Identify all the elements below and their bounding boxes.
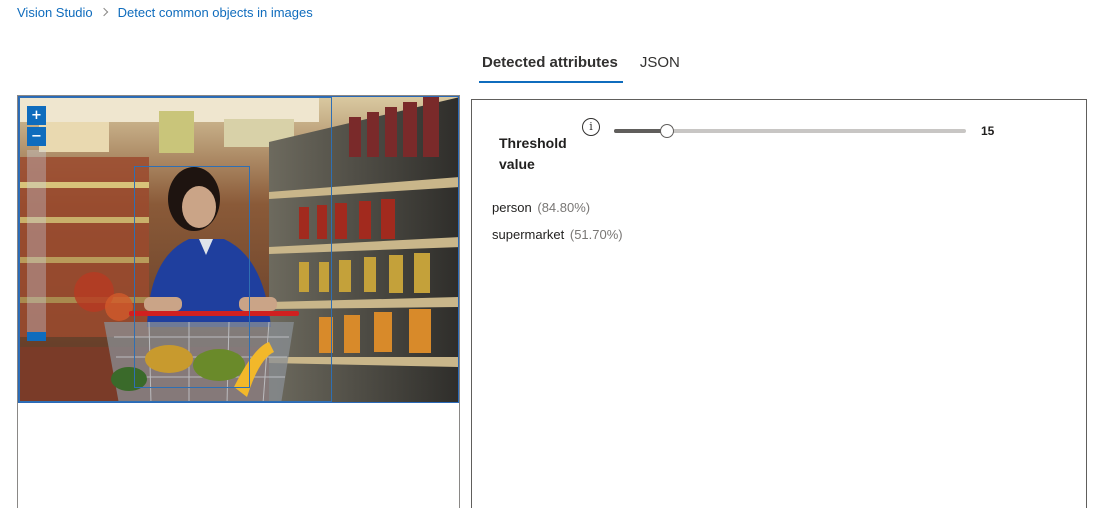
chevron-right-icon	[99, 7, 108, 17]
breadcrumb-detect-objects[interactable]: Detect common objects in images	[118, 5, 313, 20]
list-item: person (84.80%)	[492, 199, 623, 226]
zoom-out-button[interactable]: −	[27, 127, 46, 146]
threshold-value: 15	[981, 124, 995, 138]
list-item: supermarket (51.70%)	[492, 226, 623, 253]
zoom-in-button[interactable]: +	[27, 106, 46, 125]
tab-detected-attributes[interactable]: Detected attributes	[477, 50, 623, 84]
threshold-label: Threshold value	[499, 135, 567, 172]
result-tabs: Detected attributes JSON	[477, 50, 685, 84]
threshold-slider[interactable]	[614, 122, 966, 138]
analyzed-image: + −	[18, 96, 459, 403]
object-name: person	[492, 200, 532, 215]
supermarket-photo	[19, 97, 458, 402]
object-confidence: (84.80%)	[537, 200, 591, 215]
zoom-slider-track[interactable]	[27, 150, 46, 340]
info-icon[interactable]: i	[582, 118, 600, 136]
slider-thumb[interactable]	[659, 124, 674, 138]
object-confidence: (51.70%)	[569, 227, 623, 242]
detected-attributes-panel: Threshold value i 15 person (84.80%) sup…	[471, 99, 1087, 508]
object-name: supermarket	[492, 227, 565, 242]
image-viewer: + −	[17, 95, 460, 508]
tab-json[interactable]: JSON	[635, 50, 685, 84]
zoom-slider-thumb[interactable]	[27, 332, 46, 341]
detected-objects-list: person (84.80%) supermarket (51.70%)	[492, 199, 623, 253]
breadcrumb: Vision Studio Detect common objects in i…	[17, 4, 313, 20]
breadcrumb-vision-studio[interactable]: Vision Studio	[17, 5, 93, 20]
